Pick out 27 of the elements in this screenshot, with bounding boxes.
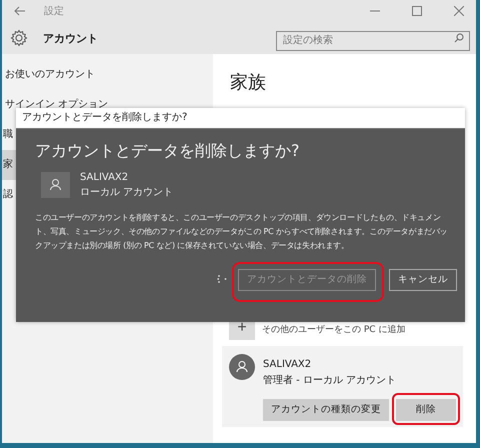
back-arrow-icon[interactable] bbox=[14, 6, 26, 16]
search-icon bbox=[454, 33, 464, 43]
settings-icon bbox=[10, 29, 28, 47]
dialog-button[interactable]: キャンセル bbox=[389, 268, 457, 290]
maximize-icon[interactable] bbox=[412, 6, 422, 16]
sidebar-item[interactable]: 認 bbox=[2, 180, 13, 210]
avatar-icon bbox=[229, 354, 255, 380]
user-icon bbox=[41, 172, 70, 198]
search-field[interactable]: 設定の検索 bbox=[276, 30, 470, 50]
sidebar-item[interactable]: お使いのアカウント bbox=[2, 60, 213, 90]
dialog-heading: アカウントとデータを削除しますか? bbox=[35, 141, 300, 162]
account-action-button[interactable]: 削除 bbox=[396, 398, 456, 420]
dialog-title: アカウントとデータを削除しますか? bbox=[16, 108, 465, 129]
warning-message: このユーザーのアカウントを削除すると、このユーザーのデスクトップの項目、ダウンロードしたもの、ドキュメント、写真、ミュージック、その他のファイルなどのデータがこの PC からすべて削除されます。このデータがまだバックアップまたは別の場所 (別の PC など) に保存されていない場合、データは失われます。 bbox=[35, 212, 448, 252]
account-type: ローカル アカウント bbox=[80, 186, 174, 199]
user-role: 管理者 - ローカル アカウント bbox=[263, 374, 396, 387]
user-card[interactable]: SALIVAX2 管理者 - ローカル アカウント アカウントの種類の変更 削除 bbox=[222, 346, 463, 426]
close-icon[interactable] bbox=[454, 6, 464, 16]
add-user-label[interactable]: その他のユーザーをこの PC に追加 bbox=[262, 323, 406, 336]
window-title: 設定 bbox=[44, 4, 64, 18]
user-name: SALIVAX2 bbox=[263, 359, 312, 370]
sidebar-item[interactable]: 職 bbox=[2, 120, 13, 150]
section-heading: 家族 bbox=[230, 71, 266, 94]
account-action-button[interactable]: アカウントの種類の変更 bbox=[263, 398, 389, 420]
account-name: SALIVAX2 bbox=[80, 172, 130, 183]
page-title: アカウント bbox=[43, 30, 98, 46]
sidebar-item[interactable]: 家 bbox=[2, 150, 17, 180]
